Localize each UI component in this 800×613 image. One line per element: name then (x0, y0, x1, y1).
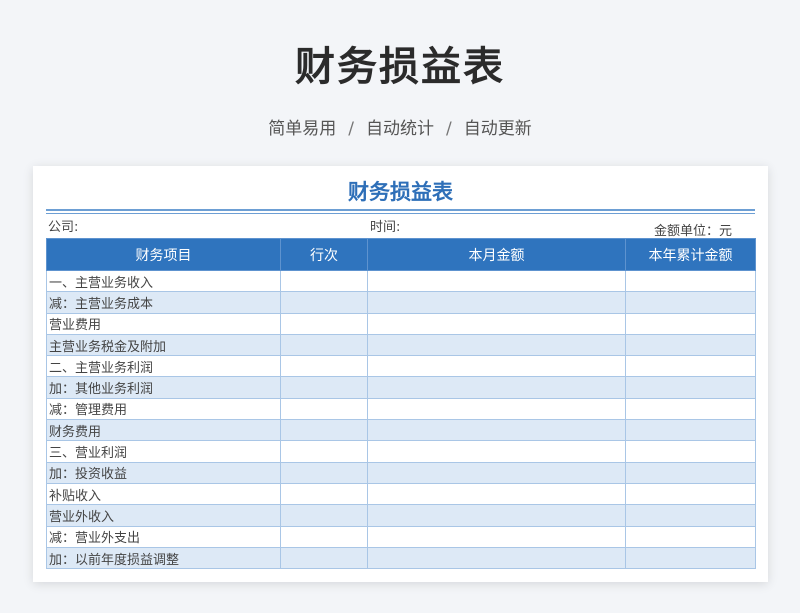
item-cell[interactable]: 减：营业外支出 (46, 525, 281, 548)
item-cell[interactable]: 减：管理费用 (46, 397, 281, 421)
ytd-amount-cell[interactable] (625, 546, 756, 570)
table-row: 减：主营业务成本 (46, 291, 756, 314)
title-rule-thick (46, 209, 755, 211)
item-cell[interactable]: 一、主营业务收入 (46, 269, 281, 293)
line-no-cell[interactable] (280, 355, 368, 378)
column-header-item: 财务项目 (46, 238, 281, 271)
table-row: 财务费用 (46, 419, 756, 442)
line-no-cell[interactable] (280, 376, 368, 399)
line-no-cell[interactable] (280, 312, 368, 335)
unit-label: 金额单位：元 (653, 224, 732, 239)
item-cell[interactable]: 财务费用 (46, 419, 281, 442)
ytd-amount-cell[interactable] (625, 482, 756, 506)
month-amount-cell[interactable] (367, 525, 626, 548)
table-row: 二、主营业务利润 (46, 355, 756, 378)
month-amount-cell[interactable] (367, 312, 626, 335)
subtitle: 简单易用 / 自动统计 / 自动更新 (0, 114, 800, 139)
line-no-cell[interactable] (280, 440, 368, 463)
ytd-amount-cell[interactable] (625, 397, 756, 421)
table-header-row: 财务项目 行次 本月金额 本年累计金额 (46, 238, 756, 271)
ytd-amount-cell[interactable] (625, 312, 756, 335)
subtitle-item-easy: 简单易用 (268, 119, 337, 139)
table-row: 加：其他业务利润 (46, 376, 756, 399)
item-cell[interactable]: 加：其他业务利润 (46, 376, 281, 399)
table-row: 三、营业利润 (46, 440, 756, 463)
item-cell[interactable]: 营业费用 (46, 312, 281, 335)
ytd-amount-cell[interactable] (625, 419, 756, 442)
page-title: 财务损益表 (295, 44, 505, 90)
month-amount-cell[interactable] (367, 546, 626, 570)
item-cell[interactable]: 营业外收入 (46, 504, 281, 527)
column-header-month-amount: 本月金额 (367, 238, 626, 271)
income-statement-table: 财务项目 行次 本月金额 本年累计金额 一、主营业务收入 减：主营业务成本 营业费用… (46, 238, 756, 570)
month-amount-cell[interactable] (367, 269, 626, 293)
line-no-cell[interactable] (280, 461, 368, 484)
line-no-cell[interactable] (280, 269, 368, 293)
column-header-ytd-amount: 本年累计金额 (625, 238, 756, 271)
line-no-cell[interactable] (280, 397, 368, 421)
ytd-amount-cell[interactable] (625, 333, 756, 357)
table-row: 一、主营业务收入 (46, 269, 756, 293)
table-row: 减：管理费用 (46, 397, 756, 421)
ytd-amount-cell[interactable] (625, 440, 756, 463)
table-row: 营业外收入 (46, 504, 756, 527)
time-label: 时间: (370, 220, 401, 235)
month-amount-cell[interactable] (367, 440, 626, 463)
line-no-cell[interactable] (280, 482, 368, 506)
subtitle-separator: / (348, 119, 354, 139)
subtitle-separator: / (446, 119, 452, 139)
line-no-cell[interactable] (280, 525, 368, 548)
line-no-cell[interactable] (280, 291, 368, 314)
month-amount-cell[interactable] (367, 461, 626, 484)
ytd-amount-cell[interactable] (625, 525, 756, 548)
month-amount-cell[interactable] (367, 333, 626, 357)
table-row: 减：营业外支出 (46, 525, 756, 548)
subtitle-item-auto-update: 自动更新 (463, 119, 532, 139)
month-amount-cell[interactable] (367, 397, 626, 421)
table-row: 加：投资收益 (46, 461, 756, 484)
sheet-title: 财务损益表 (348, 180, 453, 204)
ytd-amount-cell[interactable] (625, 291, 756, 314)
line-no-cell[interactable] (280, 504, 368, 527)
month-amount-cell[interactable] (367, 419, 626, 442)
item-cell[interactable]: 三、营业利润 (46, 440, 281, 463)
income-statement-sheet: 财务损益表 公司: 时间: 金额单位：元 财务项目 行次 本月金额 本年累计金额… (33, 166, 768, 582)
subtitle-item-auto-stats: 自动统计 (366, 119, 434, 139)
month-amount-cell[interactable] (367, 376, 626, 399)
title-rule-thin (46, 213, 755, 214)
item-cell[interactable]: 加：投资收益 (46, 461, 281, 484)
item-cell[interactable]: 二、主营业务利润 (46, 355, 281, 378)
table-row: 营业费用 (46, 312, 756, 335)
table-row: 加：以前年度损益调整 (46, 546, 756, 570)
month-amount-cell[interactable] (367, 504, 626, 527)
ytd-amount-cell[interactable] (625, 504, 756, 527)
ytd-amount-cell[interactable] (625, 461, 756, 484)
ytd-amount-cell[interactable] (625, 355, 756, 378)
item-cell[interactable]: 加：以前年度损益调整 (46, 546, 281, 570)
ytd-amount-cell[interactable] (625, 269, 756, 293)
column-header-line-no: 行次 (280, 238, 368, 271)
item-cell[interactable]: 减：主营业务成本 (46, 291, 281, 314)
ytd-amount-cell[interactable] (625, 376, 756, 399)
item-cell[interactable]: 补贴收入 (46, 482, 281, 506)
item-cell[interactable]: 主营业务税金及附加 (46, 333, 281, 357)
line-no-cell[interactable] (280, 419, 368, 442)
line-no-cell[interactable] (280, 333, 368, 357)
company-label: 公司: (48, 220, 79, 235)
line-no-cell[interactable] (280, 546, 368, 570)
table-row: 补贴收入 (46, 482, 756, 506)
month-amount-cell[interactable] (367, 482, 626, 506)
table-row: 主营业务税金及附加 (46, 333, 756, 357)
month-amount-cell[interactable] (367, 355, 626, 378)
month-amount-cell[interactable] (367, 291, 626, 314)
